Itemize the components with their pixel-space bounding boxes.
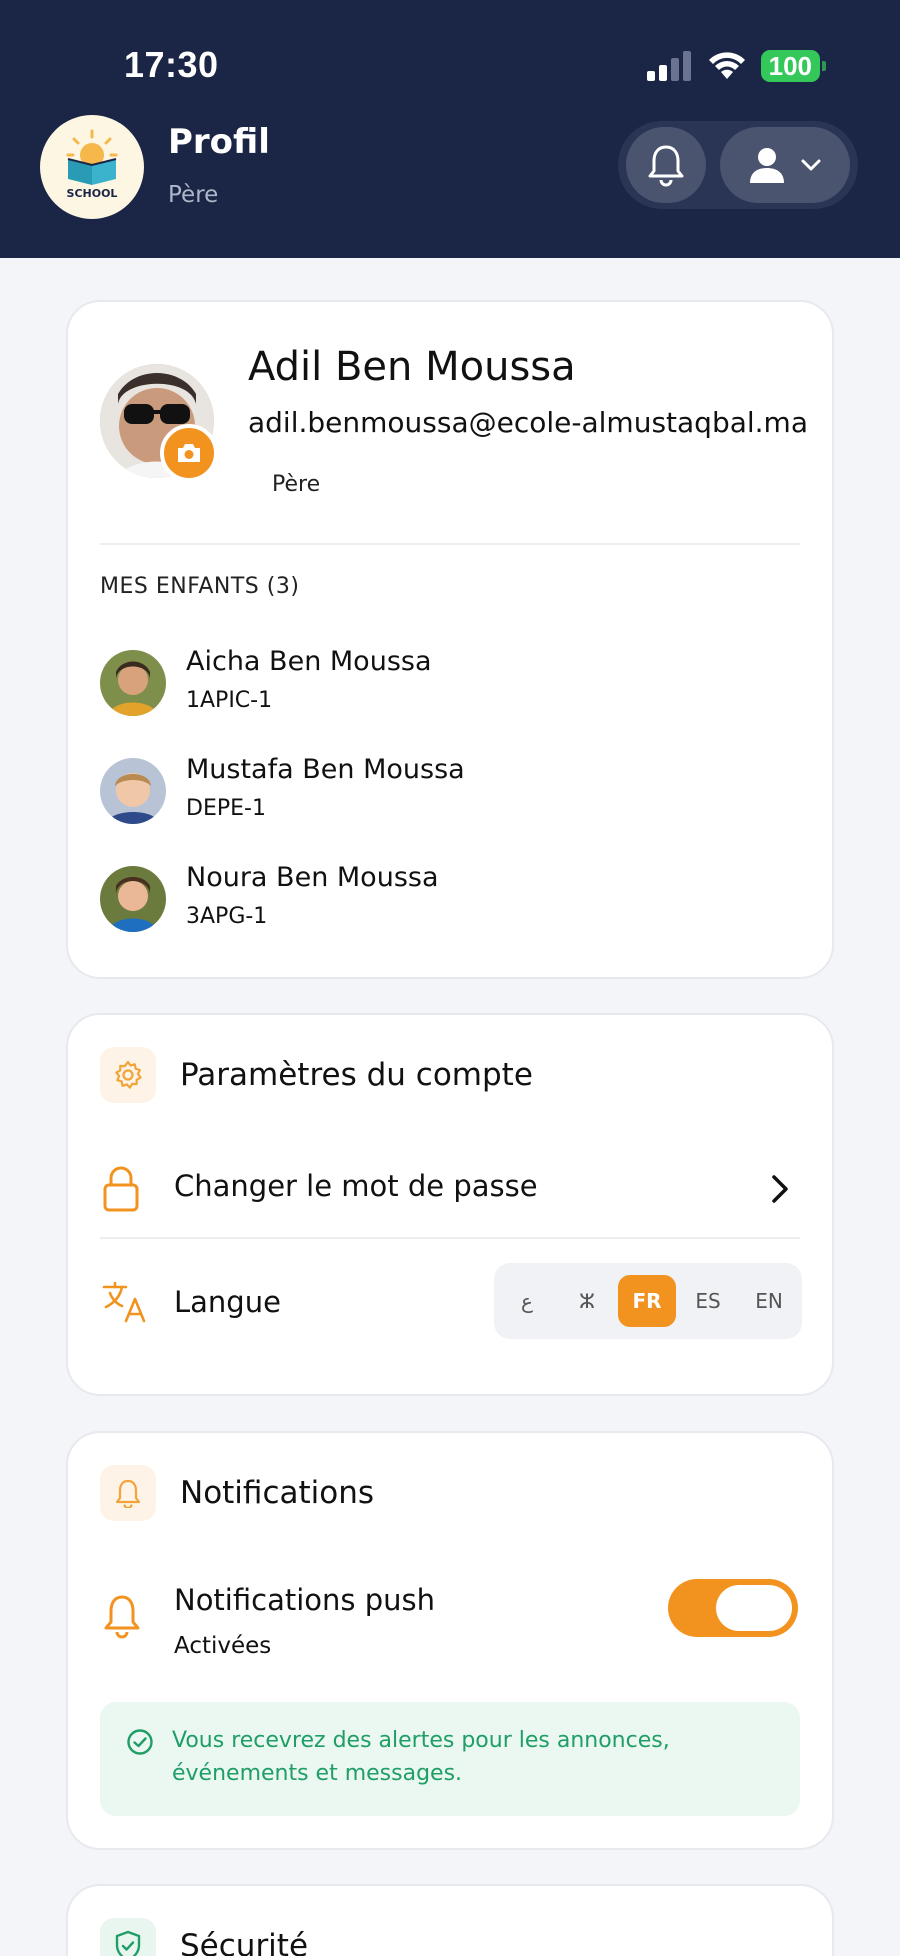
- bell-icon: [648, 145, 684, 187]
- info-banner: Vous recevrez des alertes pour les annon…: [100, 1702, 800, 1816]
- book-sun-icon: [66, 129, 118, 185]
- wifi-icon: [708, 52, 745, 79]
- chevron-right-icon: [772, 1175, 788, 1203]
- status-icons: 100: [646, 48, 827, 84]
- push-notifications-label: Notifications push: [174, 1583, 435, 1617]
- bell-icon: [115, 1479, 141, 1508]
- language-option-ar[interactable]: ع: [498, 1275, 556, 1327]
- lock-icon: [103, 1166, 139, 1212]
- section-icon: [100, 1918, 156, 1956]
- account-settings-card: Paramètres du compte Changer le mot de p…: [66, 1013, 834, 1396]
- change-password-label: Changer le mot de passe: [174, 1169, 538, 1203]
- app-header: 17:30 100 SCHOOL Profil Père: [0, 0, 900, 258]
- header-actions: [618, 121, 858, 209]
- language-option-fr[interactable]: FR: [618, 1275, 676, 1327]
- list-item[interactable]: Noura Ben Moussa 3APG-1: [100, 856, 800, 946]
- profile-card: Adil Ben Moussa adil.benmoussa@ecole-alm…: [66, 300, 834, 979]
- child-avatar: [100, 650, 166, 716]
- shield-icon: [115, 1930, 141, 1956]
- language-option-zgh[interactable]: ⵣ: [558, 1275, 616, 1327]
- child-name: Aicha Ben Moussa: [186, 646, 432, 677]
- user-icon: [750, 148, 784, 183]
- child-class: DEPE-1: [186, 796, 266, 821]
- child-photo: [100, 650, 166, 716]
- school-logo: SCHOOL: [40, 115, 144, 219]
- divider: [100, 543, 800, 545]
- children-title: MES ENFANTS (3): [100, 574, 300, 599]
- language-label: Langue: [174, 1285, 281, 1319]
- profile-name: Adil Ben Moussa: [248, 344, 576, 390]
- child-avatar: [100, 758, 166, 824]
- info-text: Vous recevrez des alertes pour les annon…: [172, 1728, 670, 1786]
- section-icon: [100, 1047, 156, 1103]
- list-item[interactable]: Aicha Ben Moussa 1APIC-1: [100, 640, 800, 730]
- section-icon: [100, 1465, 156, 1521]
- camera-icon: [178, 444, 200, 462]
- cellular-signal-icon: [646, 51, 691, 81]
- section-title: Sécurité: [180, 1928, 309, 1956]
- translate-icon: [102, 1281, 146, 1323]
- user-menu-button[interactable]: [720, 127, 850, 203]
- child-name: Mustafa Ben Moussa: [186, 754, 465, 785]
- toggle-knob: [716, 1585, 792, 1631]
- profile-role: Père: [272, 472, 321, 497]
- language-option-es[interactable]: ES: [679, 1275, 737, 1327]
- status-time: 17:30: [124, 44, 219, 85]
- child-class: 3APG-1: [186, 904, 268, 929]
- language-selector: ع ⵣ FR ES EN: [494, 1263, 802, 1339]
- chevron-down-icon: [801, 159, 821, 171]
- language-option-en[interactable]: EN: [740, 1275, 798, 1327]
- profile-email: adil.benmoussa@ecole-almustaqbal.ma: [248, 406, 808, 439]
- page-subtitle: Père: [168, 182, 219, 208]
- child-photo: [100, 866, 166, 932]
- child-name: Noura Ben Moussa: [186, 862, 439, 893]
- divider: [100, 1237, 800, 1239]
- change-password-row[interactable]: Changer le mot de passe: [68, 1135, 836, 1247]
- security-card: Sécurité: [66, 1884, 834, 1956]
- push-notifications-toggle[interactable]: [668, 1579, 798, 1637]
- notifications-card: Notifications Notifications push Activée…: [66, 1431, 834, 1850]
- battery-indicator: 100: [760, 50, 827, 82]
- list-item[interactable]: Mustafa Ben Moussa DEPE-1: [100, 748, 800, 838]
- notifications-button[interactable]: [626, 127, 706, 203]
- section-title: Notifications: [180, 1475, 375, 1511]
- child-class: 1APIC-1: [186, 688, 273, 713]
- check-circle-icon: [127, 1729, 153, 1755]
- section-title: Paramètres du compte: [180, 1057, 533, 1093]
- change-photo-button[interactable]: [160, 424, 218, 482]
- child-photo: [100, 758, 166, 824]
- logo-text: SCHOOL: [66, 187, 118, 200]
- bell-icon: [104, 1595, 140, 1639]
- push-notifications-status: Activées: [174, 1633, 272, 1659]
- page-title: Profil: [168, 122, 270, 162]
- child-avatar: [100, 866, 166, 932]
- gear-icon: [115, 1060, 142, 1089]
